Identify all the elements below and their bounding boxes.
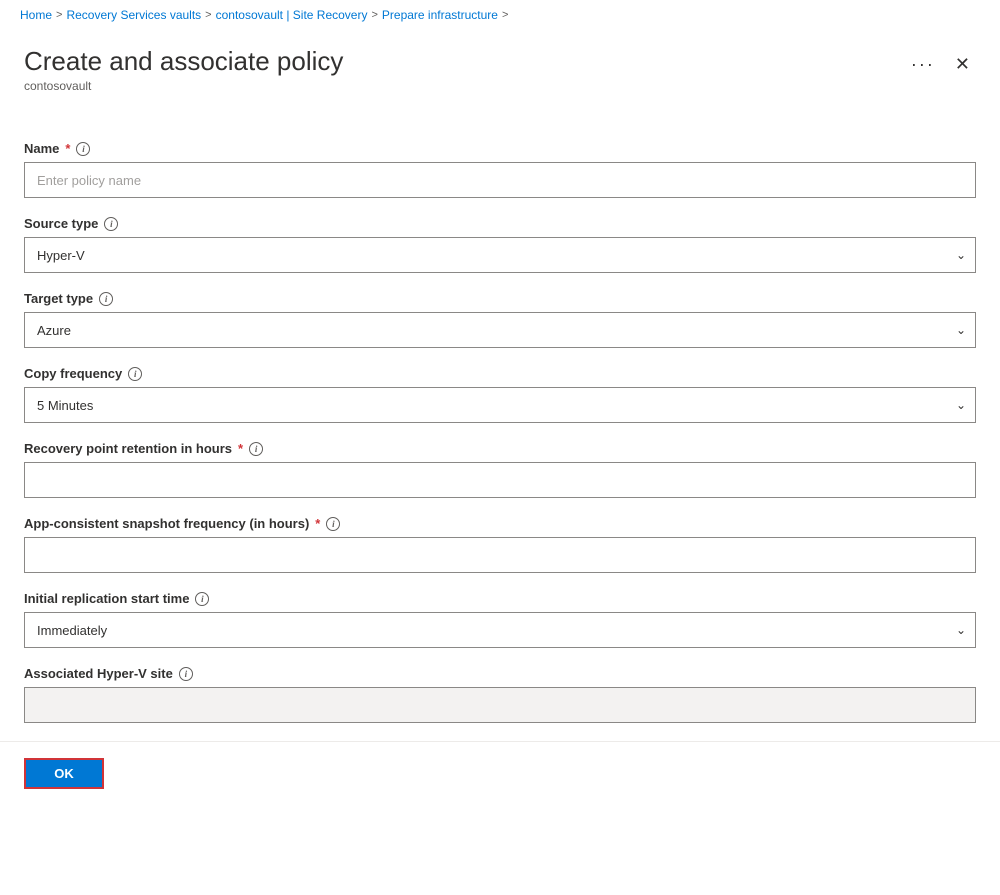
app-snapshot-field: App-consistent snapshot frequency (in ho… (24, 516, 976, 573)
target-type-field: Target type i Azure ⌄ (24, 291, 976, 348)
breadcrumb-home[interactable]: Home (20, 8, 52, 22)
breadcrumb-sep-3: > (371, 9, 377, 21)
app-snapshot-required-star: * (315, 516, 320, 531)
name-field: Name * i (24, 141, 976, 198)
breadcrumb: Home > Recovery Services vaults > contos… (0, 0, 1000, 30)
page-title: Create and associate policy (24, 46, 343, 77)
source-type-label-text: Source type (24, 216, 98, 231)
target-type-label-text: Target type (24, 291, 93, 306)
app-snapshot-label: App-consistent snapshot frequency (in ho… (24, 516, 976, 531)
form-content: Name * i Source type i Hyper-V VMware Ph… (0, 121, 1000, 741)
panel-header: Create and associate policy contosovault… (24, 30, 976, 97)
source-type-info-icon[interactable]: i (104, 217, 118, 231)
initial-replication-info-icon[interactable]: i (195, 592, 209, 606)
panel-subtitle: contosovault (24, 79, 343, 93)
form-section: Name * i Source type i Hyper-V VMware Ph… (24, 141, 976, 723)
copy-frequency-field: Copy frequency i 5 Minutes 15 Minutes 30… (24, 366, 976, 423)
panel: Create and associate policy contosovault… (0, 30, 1000, 121)
breadcrumb-prepare-infrastructure[interactable]: Prepare infrastructure (382, 8, 498, 22)
initial-replication-label: Initial replication start time i (24, 591, 976, 606)
initial-replication-label-text: Initial replication start time (24, 591, 189, 606)
name-info-icon[interactable]: i (76, 142, 90, 156)
breadcrumb-contosovault[interactable]: contosovault | Site Recovery (216, 8, 368, 22)
recovery-point-info-icon[interactable]: i (249, 442, 263, 456)
ellipsis-button[interactable]: ··· (905, 52, 941, 77)
panel-title-area: Create and associate policy contosovault (24, 46, 343, 93)
breadcrumb-sep-4: > (502, 9, 508, 21)
recovery-point-label-text: Recovery point retention in hours (24, 441, 232, 456)
copy-frequency-info-icon[interactable]: i (128, 367, 142, 381)
app-snapshot-info-icon[interactable]: i (326, 517, 340, 531)
recovery-point-label: Recovery point retention in hours * i (24, 441, 976, 456)
app-snapshot-label-text: App-consistent snapshot frequency (in ho… (24, 516, 309, 531)
name-required-star: * (65, 141, 70, 156)
source-type-select-wrapper: Hyper-V VMware Physical ⌄ (24, 237, 976, 273)
copy-frequency-label-text: Copy frequency (24, 366, 122, 381)
target-type-select[interactable]: Azure (24, 312, 976, 348)
form-footer: OK (0, 741, 1000, 805)
breadcrumb-sep-2: > (205, 9, 211, 21)
ok-button[interactable]: OK (24, 758, 104, 789)
copy-frequency-label: Copy frequency i (24, 366, 976, 381)
initial-replication-select-wrapper: Immediately Custom ⌄ (24, 612, 976, 648)
recovery-point-field: Recovery point retention in hours * i 2 (24, 441, 976, 498)
recovery-point-required-star: * (238, 441, 243, 456)
breadcrumb-recovery-services[interactable]: Recovery Services vaults (66, 8, 201, 22)
target-type-label: Target type i (24, 291, 976, 306)
hyper-v-site-label: Associated Hyper-V site i (24, 666, 976, 681)
hyper-v-site-field: Associated Hyper-V site i ContosoHyperVS… (24, 666, 976, 723)
app-snapshot-input[interactable]: 1 (24, 537, 976, 573)
target-type-info-icon[interactable]: i (99, 292, 113, 306)
initial-replication-select[interactable]: Immediately Custom (24, 612, 976, 648)
hyper-v-site-label-text: Associated Hyper-V site (24, 666, 173, 681)
hyper-v-site-input: ContosoHyperVSite (24, 687, 976, 723)
hyper-v-site-info-icon[interactable]: i (179, 667, 193, 681)
name-label-text: Name (24, 141, 59, 156)
source-type-label: Source type i (24, 216, 976, 231)
close-button[interactable]: ✕ (949, 52, 976, 77)
panel-header-actions: ··· ✕ (905, 52, 976, 77)
breadcrumb-sep-1: > (56, 9, 62, 21)
source-type-field: Source type i Hyper-V VMware Physical ⌄ (24, 216, 976, 273)
initial-replication-field: Initial replication start time i Immedia… (24, 591, 976, 648)
copy-frequency-select[interactable]: 5 Minutes 15 Minutes 30 Minutes (24, 387, 976, 423)
name-input[interactable] (24, 162, 976, 198)
recovery-point-input[interactable]: 2 (24, 462, 976, 498)
target-type-select-wrapper: Azure ⌄ (24, 312, 976, 348)
copy-frequency-select-wrapper: 5 Minutes 15 Minutes 30 Minutes ⌄ (24, 387, 976, 423)
source-type-select[interactable]: Hyper-V VMware Physical (24, 237, 976, 273)
name-label: Name * i (24, 141, 976, 156)
